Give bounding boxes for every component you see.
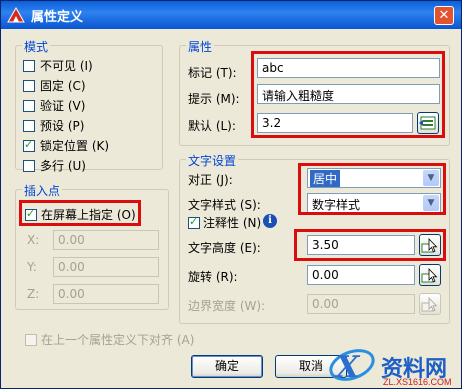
default-label: 默认 (L): <box>188 119 236 133</box>
autocad-app-icon <box>7 7 25 23</box>
multiline-checkbox[interactable] <box>23 160 35 172</box>
mode-legend: 模式 <box>22 38 51 55</box>
boundary-width-pick-button[interactable] <box>419 293 441 315</box>
highlight-text-style <box>298 163 446 215</box>
constant-label[interactable]: 固定 (C) <box>40 77 86 94</box>
info-icon[interactable]: i <box>263 214 277 228</box>
text-settings-legend: 文字设置 <box>186 152 239 169</box>
highlight-text-height <box>294 229 446 261</box>
tag-label: 标记 (T): <box>188 66 237 80</box>
highlight-attribute <box>251 51 445 138</box>
x-label: X: <box>27 233 40 247</box>
pick-point-icon <box>421 268 438 283</box>
svg-text:X: X <box>334 350 361 385</box>
verify-checkbox[interactable] <box>23 100 35 112</box>
lock-position-label[interactable]: 锁定位置 (K) <box>40 137 109 154</box>
rotation-input[interactable]: 0.00 <box>307 265 415 285</box>
align-below-label[interactable]: 在上一个属性定义下对齐 (A) <box>41 331 194 348</box>
watermark-logo-icon: X <box>329 349 375 385</box>
z-field[interactable]: 0.00 <box>53 284 159 304</box>
insertion-point-legend: 插入点 <box>22 182 63 199</box>
text-height-label: 文字高度 (E): <box>188 241 261 255</box>
watermark-url: ZL.XS1616.COM <box>383 377 452 387</box>
align-below-checkbox[interactable] <box>25 334 37 346</box>
invisible-checkbox[interactable] <box>23 60 35 72</box>
close-button[interactable]: ✕ <box>434 6 454 25</box>
text-style-label: 文字样式 (S): <box>188 198 261 212</box>
attribute-definition-dialog: 属性定义 ✕ 模式 不可见 (I) 固定 (C) 验证 (V) 预设 (P) 锁… <box>0 0 462 389</box>
y-field[interactable]: 0.00 <box>53 257 159 277</box>
prompt-label: 提示 (M): <box>188 92 240 106</box>
ok-button[interactable]: 确定 <box>191 355 263 378</box>
multiline-label[interactable]: 多行 (U) <box>40 157 86 174</box>
boundary-width-input[interactable]: 0.00 <box>307 294 415 314</box>
constant-checkbox[interactable] <box>23 80 35 92</box>
x-field[interactable]: 0.00 <box>53 230 159 250</box>
z-label: Z: <box>27 287 40 301</box>
pick-point-icon <box>421 297 438 312</box>
boundary-width-label: 边界宽度 (W): <box>188 299 266 313</box>
title-bar[interactable]: 属性定义 ✕ <box>1 1 461 29</box>
window-title: 属性定义 <box>31 10 84 25</box>
annotative-label[interactable]: 注释性 (N) <box>203 214 261 231</box>
verify-label[interactable]: 验证 (V) <box>40 97 85 114</box>
rotation-pick-button[interactable] <box>419 264 441 286</box>
preset-label[interactable]: 预设 (P) <box>40 117 84 134</box>
attribute-legend: 属性 <box>186 38 215 55</box>
y-label: Y: <box>27 260 37 274</box>
highlight-specify-on-screen <box>19 200 141 226</box>
rotation-label: 旋转 (R): <box>188 270 238 284</box>
justify-label: 对正 (J): <box>188 173 233 187</box>
invisible-label[interactable]: 不可见 (I) <box>40 57 93 74</box>
annotative-checkbox[interactable] <box>188 215 200 229</box>
preset-checkbox[interactable] <box>23 120 35 132</box>
lock-position-checkbox[interactable] <box>23 138 35 152</box>
